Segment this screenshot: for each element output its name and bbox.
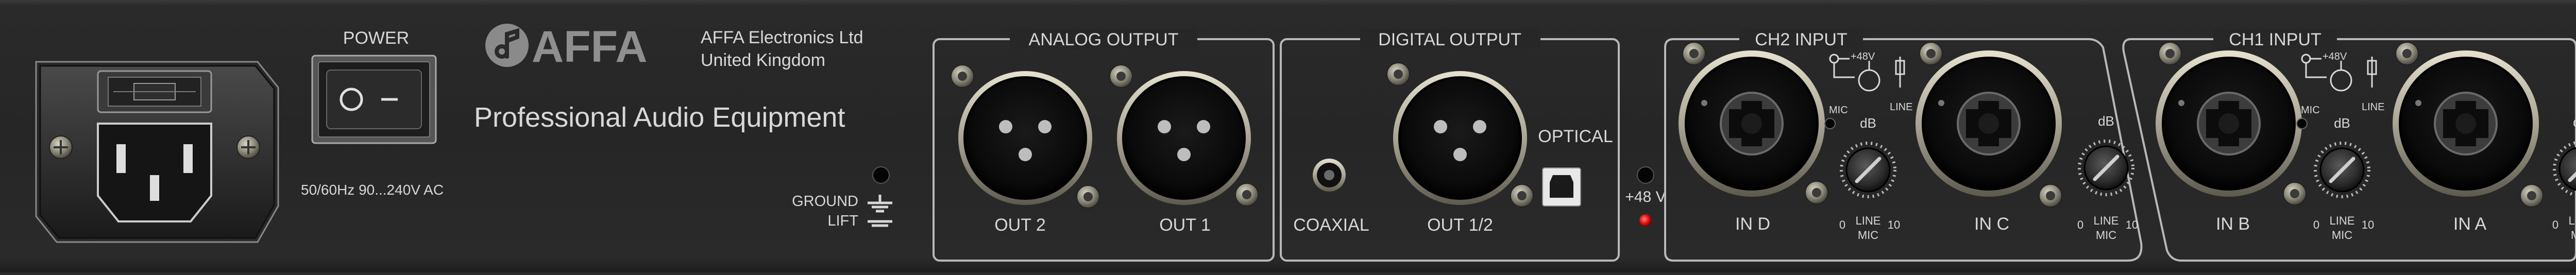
screw-icon [2395,42,2419,65]
ch1-plus48-label: +48V [2323,51,2347,62]
ground-label: GROUND [792,193,858,210]
gain-db-label: dB [2334,115,2350,131]
combo-input-in-d[interactable] [1679,50,1825,197]
optical-toslink-port[interactable] [1542,167,1581,207]
logo-wordmark: AFFA [532,22,648,72]
ch2-plus48-label: +48V [1851,51,1875,62]
combo-input-in-b[interactable] [2156,50,2302,197]
ch1-mic-label: MIC [2301,105,2320,116]
lift-label: LIFT [827,213,858,229]
analog-output-title: ANALOG OUTPUT [1029,30,1179,49]
gain-line-label: LINE [2330,214,2355,227]
gain-mic-label: MIC [2571,229,2576,242]
lift-symbol-icon [868,220,892,227]
company-country: United Kingdom [701,50,825,70]
gain-min-label: 0 [2313,218,2319,231]
screw-icon [1109,64,1133,88]
gain-knob-in-a[interactable] [2553,141,2576,197]
in-c-label: IN C [1974,214,2009,234]
gain-line-label: LINE [2569,214,2576,227]
screw-icon [2520,184,2544,208]
iec-socket[interactable] [97,123,212,222]
iec-screw-left [49,135,73,159]
coaxial-rca-jack[interactable] [1313,159,1346,192]
phantom-label: +48 V [1625,188,1666,205]
ch2-input-title: CH2 INPUT [1755,30,1847,49]
phantom-switch-hole[interactable] [1637,166,1654,184]
xlr-out-1-2[interactable] [1393,71,1527,205]
digital-output-title: DIGITAL OUTPUT [1378,30,1521,49]
gain-line-label: LINE [1856,214,1881,227]
ground-lift-switch-hole[interactable] [872,166,890,184]
screw-icon [2158,42,2182,65]
gain-mic-label: MIC [1858,229,1878,242]
power-spec: 50/60Hz 90...240V AC [301,182,444,198]
out-2-label: OUT 2 [994,215,1046,235]
screw-icon [1919,42,1943,65]
screw-icon [1076,185,1100,209]
power-switch[interactable] [311,55,437,144]
ch1-mic-line-switch[interactable] [2296,118,2308,129]
gain-knob-in-c[interactable] [2078,140,2134,196]
power-label: POWER [343,28,409,48]
screw-icon [1510,184,1534,208]
out-1-2-label: OUT 1/2 [1427,215,1493,235]
screw-icon [1235,183,1259,207]
in-a-label: IN A [2453,214,2487,234]
optical-label: OPTICAL [1538,127,1613,146]
in-d-label: IN D [1735,214,1770,234]
phantom-led-indicator [1639,214,1652,227]
gain-db-label: dB [1860,115,1876,131]
gain-db-label: dB [2098,113,2114,129]
screw-icon [2283,182,2307,205]
company-name: AFFA Electronics Ltd [701,28,863,47]
out-1-label: OUT 1 [1159,215,1211,235]
screw-icon [951,64,974,88]
screw-icon [1805,181,1828,204]
gain-max-label: 10 [2362,218,2374,231]
gain-max-label: 10 [2126,218,2138,231]
gain-knob-in-d[interactable] [1840,142,1896,198]
gain-line-label: LINE [2094,214,2119,227]
affa-logo: AFFA [485,22,648,72]
iec-power-inlet[interactable] [35,61,279,243]
xlr-out-1[interactable] [1117,71,1251,205]
screw-icon [1386,62,1410,86]
ch2-line-label: LINE [1890,101,1912,113]
screw-icon [2039,184,2062,208]
gain-knob-in-b[interactable] [2314,142,2370,198]
rear-panel-drawing: POWER 50/60Hz 90...240V AC AFFA AFFA Ele… [35,22,2576,262]
coaxial-label: COAXIAL [1293,215,1369,235]
in-b-label: IN B [2216,214,2250,234]
combo-input-in-a[interactable] [2393,50,2539,197]
gain-min-label: 0 [2552,218,2558,231]
ch2-mic-line-switch[interactable] [1824,118,1836,129]
fuse-holder[interactable] [97,70,212,113]
brand-tagline: Professional Audio Equipment [474,102,845,133]
ch1-line-label: LINE [2362,101,2384,113]
gain-db-label: dB [2573,114,2576,130]
ch2-mic-label: MIC [1829,105,1848,116]
screw-icon [1682,42,1706,65]
xlr-out-2[interactable] [958,71,1092,205]
gain-mic-label: MIC [2332,229,2352,242]
gain-mic-label: MIC [2096,229,2116,242]
ground-symbol-icon [868,195,892,213]
gain-max-label: 10 [1888,218,1900,231]
ch1-input-title: CH1 INPUT [2229,30,2321,49]
rear-panel: POWER 50/60Hz 90...240V AC AFFA AFFA Ele… [0,0,2576,272]
combo-input-in-c[interactable] [1916,50,2062,197]
gain-min-label: 0 [2077,218,2083,231]
iec-screw-right [236,135,260,159]
gain-min-label: 0 [1839,218,1845,231]
